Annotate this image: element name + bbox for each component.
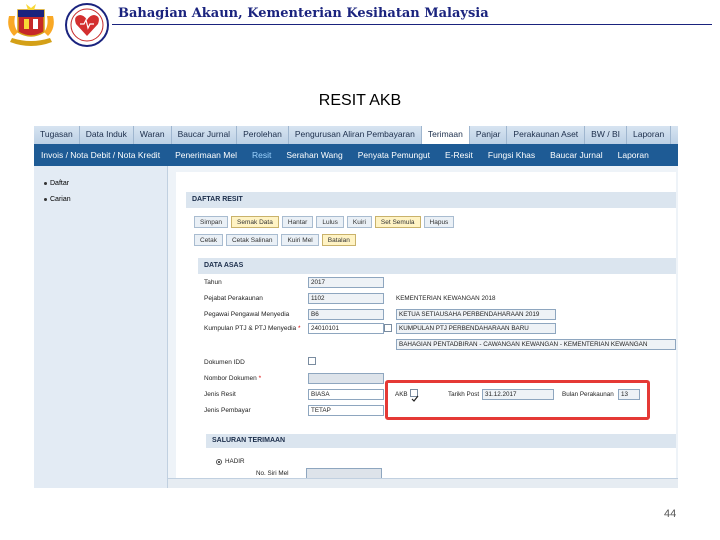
pegawai-description: KETUA SETIAUSAHA PERBENDAHARAAN 2019 [396,309,556,320]
jenis-pembayar-label: Jenis Pembayar [204,407,251,414]
toolbar-secondary: Cetak Cetak Salinan Kuiri Mel Batalan [194,234,356,246]
cetak-salinan-button[interactable]: Cetak Salinan [225,234,279,246]
primary-menu: Tugasan Data Induk Waran Baucar Jurnal P… [34,126,678,144]
ptj-label: Kumpulan PTJ & PTJ Menyedia * [204,325,301,332]
ptj-description-2: BAHAGIAN PENTADBIRAN - CAWANGAN KEWANGAN… [396,339,676,350]
jenis-resit-label: Jenis Resit [204,391,236,398]
tahun-field[interactable]: 2017 [308,277,384,288]
pegawai-field[interactable]: B6 [308,309,384,320]
saluran-terimaan-title: SALURAN TERIMAAN [206,434,676,448]
slide-header: Bahagian Akaun, Kementerian Kesihatan Ma… [0,0,720,50]
jenis-pembayar-field[interactable]: TETAP [308,405,384,416]
secondary-menu: Invois / Nota Debit / Nota Kredit Peneri… [34,144,678,166]
kuiri-button[interactable]: Kuiri [346,216,372,228]
menu-waran[interactable]: Waran [134,126,172,144]
sidebar-item-daftar[interactable]: Daftar [44,180,69,187]
menu-data-induk[interactable]: Data Induk [80,126,134,144]
submenu-baucar-jurnal[interactable]: Baucar Jurnal [543,144,610,166]
menu-perakaunan-aset[interactable]: Perakaunan Aset [507,126,586,144]
pejabat-label: Pejabat Perakaunan [204,295,263,302]
dokumen-id-label: Dokumen IDD [204,359,245,366]
submenu-penerimaan-mel[interactable]: Penerimaan Mel [168,144,245,166]
toolbar-primary: Simpan Semak Data Hantar Lulus Kuiri Set… [194,216,455,228]
submenu-penyata-pemungut[interactable]: Penyata Pemungut [351,144,438,166]
pejabat-description: KEMENTERIAN KEWANGAN 2018 [396,295,496,302]
ministry-of-health-logo-icon [65,3,109,47]
submenu-laporan[interactable]: Laporan [611,144,657,166]
page-heading: RESIT AKB [318,92,402,109]
sidebar: Daftar Carian [34,166,168,488]
nombor-dokumen-label: Nombor Dokumen * [204,375,262,382]
page-number: 44 [664,508,677,520]
submenu-resit[interactable]: Resit [245,144,279,166]
submenu-fungsi-khas[interactable]: Fungsi Khas [481,144,543,166]
hantar-button[interactable]: Hantar [281,216,314,228]
batalan-button[interactable]: Batalan [321,234,356,246]
semak-data-button[interactable]: Semak Data [231,216,279,228]
bullet-icon [44,182,47,185]
hadir-option[interactable]: HADIR [216,458,245,465]
required-marker: * [297,325,301,332]
slide-title: Bahagian Akaun, Kementerian Kesihatan Ma… [118,6,489,21]
ptj-field[interactable]: 24010101 [308,323,384,334]
pegawai-label: Pegawai Pengawal Menyedia [204,311,290,318]
no-siri-mel-label: No. Siri Mel [256,470,289,477]
cetak-button[interactable]: Cetak [194,234,223,246]
application-screenshot: Tugasan Data Induk Waran Baucar Jurnal P… [34,126,678,488]
jenis-resit-field[interactable]: BIASA [308,389,384,400]
menu-perolehan[interactable]: Perolehan [237,126,289,144]
main-content: DAFTAR RESIT Simpan Semak Data Hantar Lu… [176,172,676,488]
dokumen-id-checkbox[interactable] [308,357,316,365]
bullet-icon [44,198,47,201]
highlight-box [385,380,650,420]
kuiri-mel-button[interactable]: Kuiri Mel [281,234,319,246]
ptj-description-1: KUMPULAN PTJ PERBENDAHARAAN BARU [396,323,556,334]
lulus-button[interactable]: Lulus [316,216,344,228]
submenu-e-resit[interactable]: E-Resit [438,144,481,166]
nombor-dokumen-field[interactable] [308,373,384,384]
header-divider [112,24,712,25]
data-asas-title: DATA ASAS [198,258,676,274]
set-semula-button[interactable]: Set Semula [374,216,421,228]
submenu-serahan-wang[interactable]: Serahan Wang [279,144,350,166]
hapus-button[interactable]: Hapus [423,216,455,228]
panel-title: DAFTAR RESIT [186,192,676,208]
menu-terimaan[interactable]: Terimaan [421,126,470,144]
submenu-invois[interactable]: Invois / Nota Debit / Nota Kredit [34,144,168,166]
malaysia-coat-of-arms-icon [8,4,54,46]
menu-bw-bi[interactable]: BW / BI [585,126,627,144]
radio-selected-icon [216,458,222,465]
lookup-icon[interactable] [384,324,392,332]
menu-tugasan[interactable]: Tugasan [34,126,80,144]
required-marker: * [258,375,262,382]
simpan-button[interactable]: Simpan [194,216,229,228]
tahun-label: Tahun [204,279,222,286]
menu-baucar-jurnal[interactable]: Baucar Jurnal [172,126,238,144]
menu-pengurusan-aliran[interactable]: Pengurusan Aliran Pembayaran [289,126,422,144]
pejabat-field[interactable]: 1102 [308,293,384,304]
sidebar-item-carian[interactable]: Carian [44,196,71,203]
menu-panjar[interactable]: Panjar [470,126,508,144]
menu-laporan[interactable]: Laporan [627,126,672,144]
horizontal-scrollbar[interactable] [168,478,678,488]
